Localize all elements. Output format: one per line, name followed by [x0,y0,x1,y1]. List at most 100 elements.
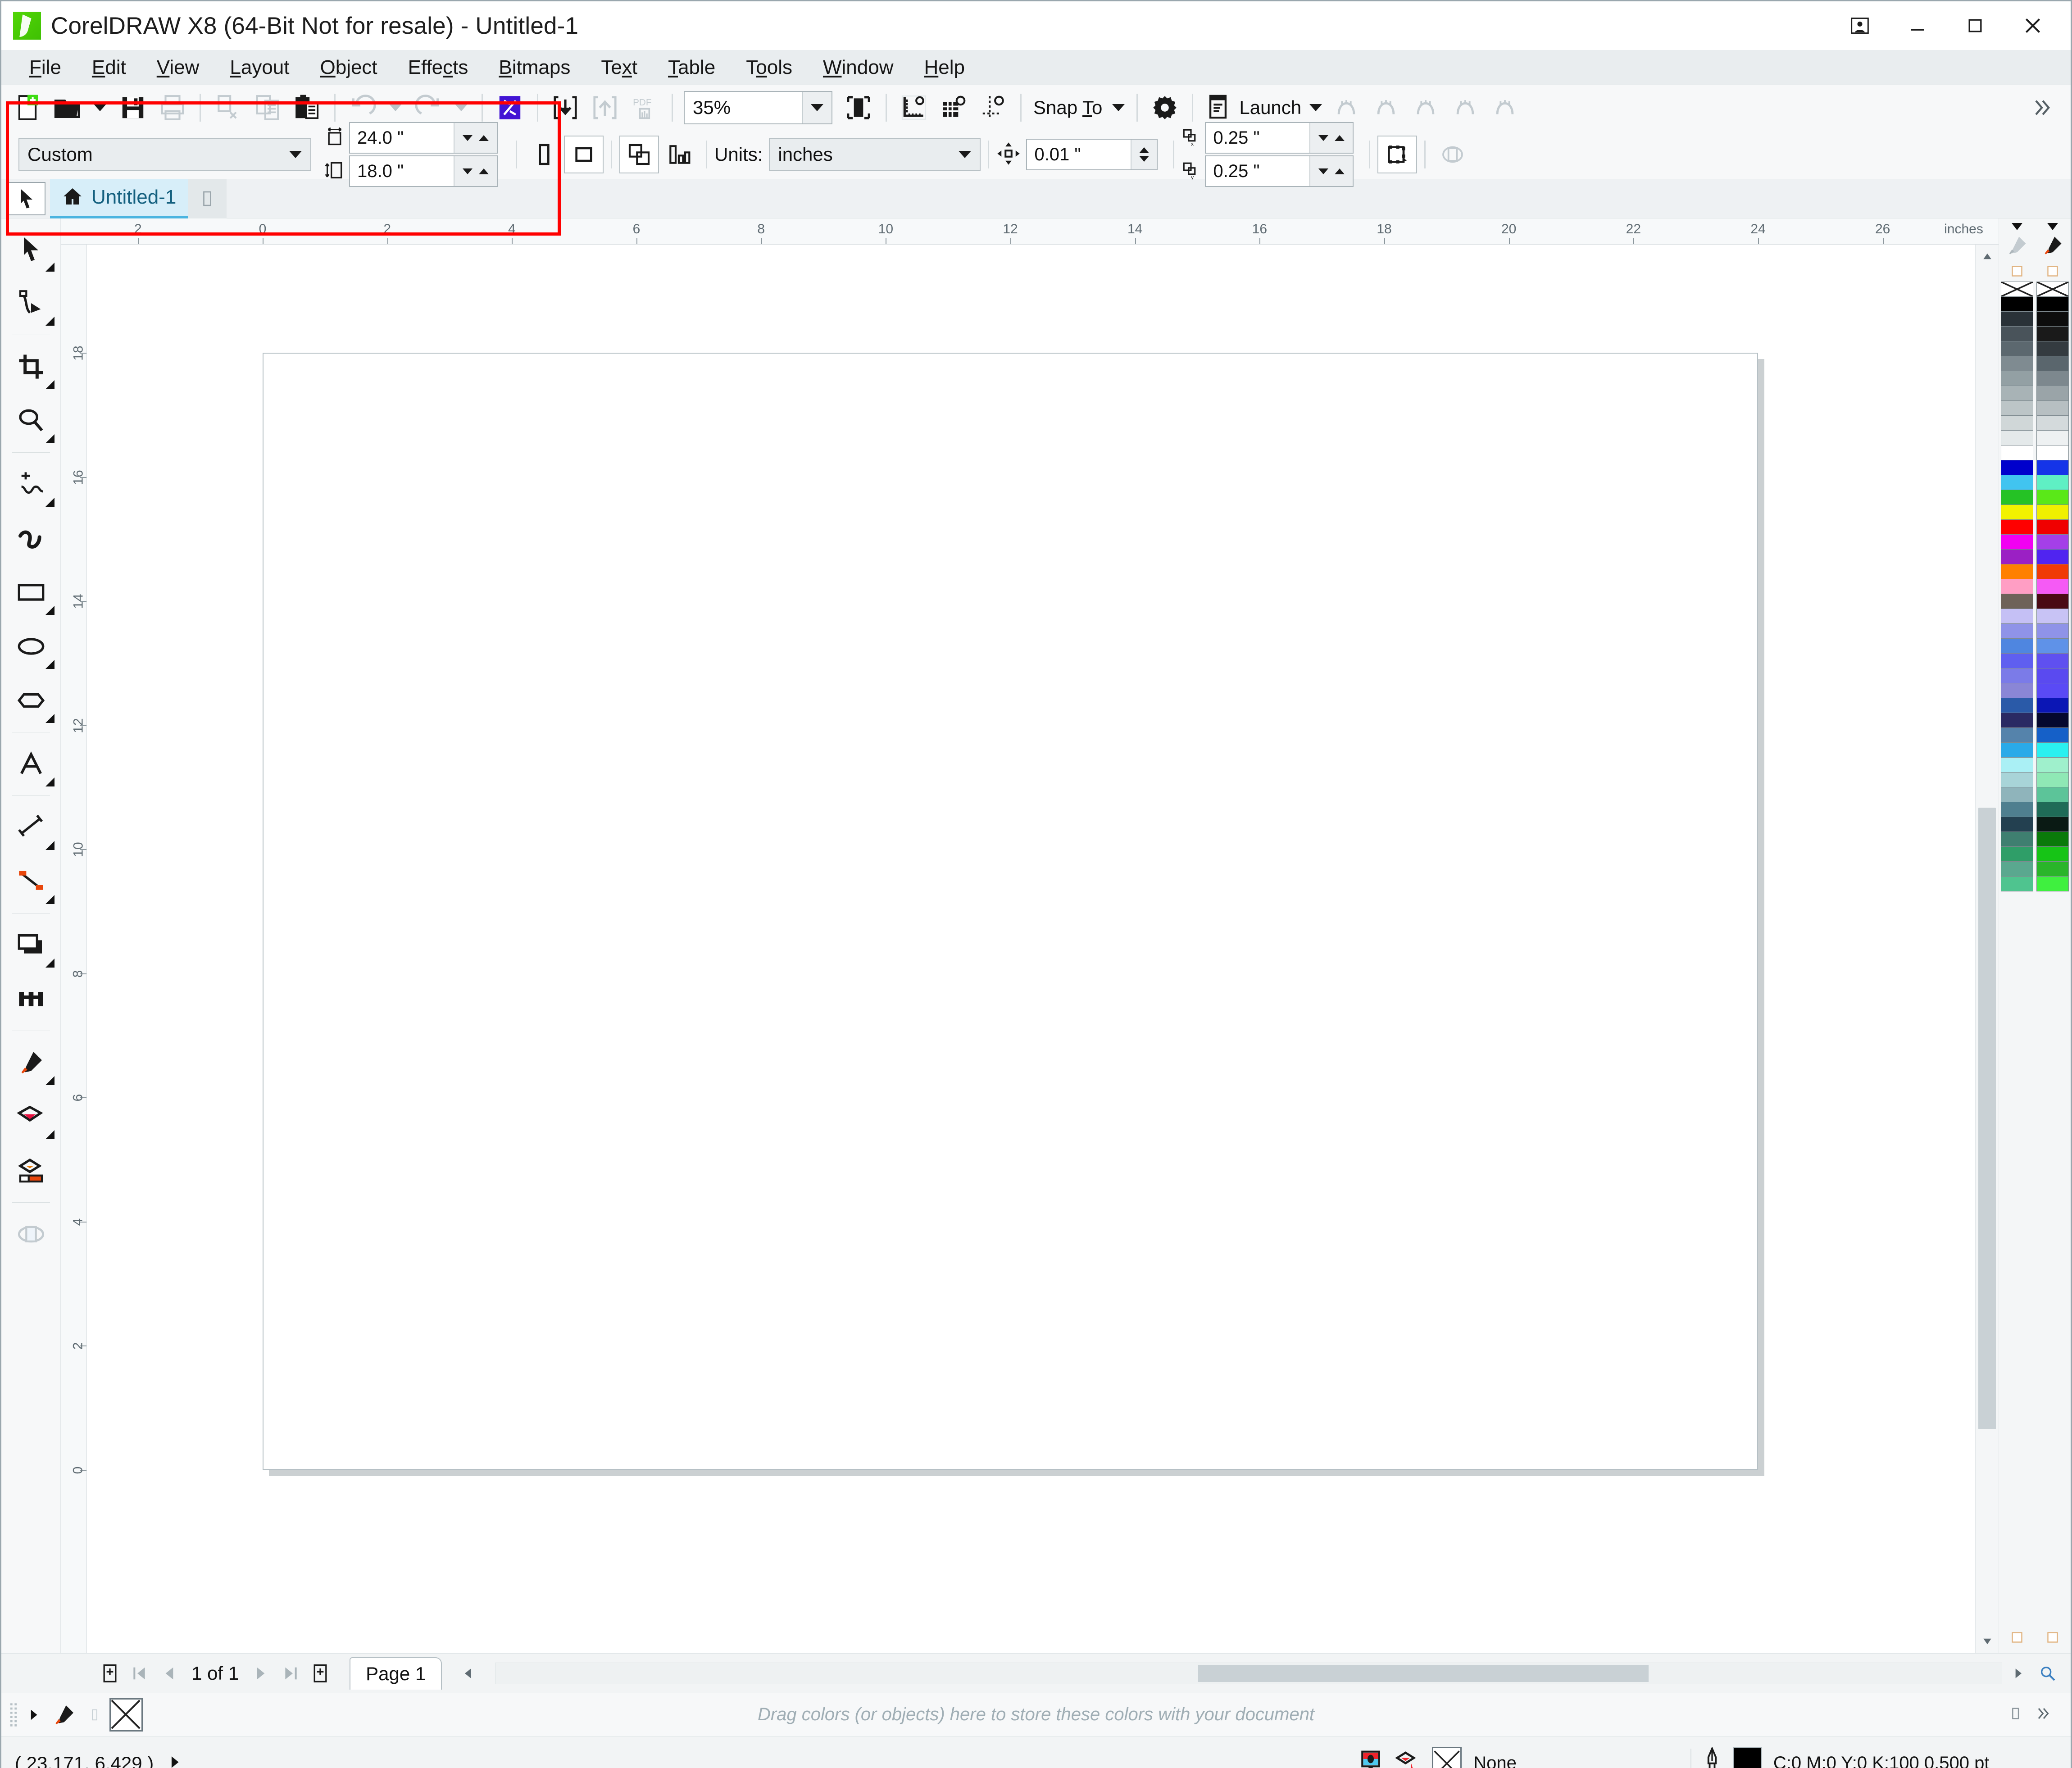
cut-icon[interactable] [208,89,248,127]
application-launcher-button[interactable]: Launch [1200,94,1327,122]
duplicate-distance-x-spinner[interactable]: 0.25 " [1205,122,1354,154]
flyout-arrow-icon[interactable] [45,895,55,904]
chevron-down-icon[interactable] [950,139,980,170]
color-swatch[interactable] [2000,683,2033,698]
color-swatch[interactable] [2036,445,2069,460]
treat-all-objects-as-filled-icon[interactable] [1377,136,1418,173]
toolbox-text-tool[interactable] [5,737,57,791]
document-tab-untitled-1[interactable]: Untitled-1 [50,178,188,218]
color-swatch[interactable] [2000,534,2033,550]
outline-pen-icon[interactable] [1703,1746,1721,1768]
color-swatch[interactable] [2036,757,2069,773]
restore-session-icon[interactable] [1831,1,1889,50]
menu-edit[interactable]: Edit [77,56,141,79]
toolbox-polygon-tool[interactable] [5,673,57,727]
flyout-arrow-icon[interactable] [45,660,55,669]
chevron-down-icon[interactable] [802,92,832,123]
color-swatch[interactable] [2000,400,2033,416]
nudge-steppers[interactable] [1131,140,1157,169]
apply-to-all-pages-icon[interactable] [619,136,659,173]
color-swatch[interactable] [2000,698,2033,713]
color-swatch[interactable] [2036,832,2069,847]
first-page-icon[interactable] [126,1659,154,1688]
snap-to-button[interactable]: Snap To [1029,97,1129,118]
color-swatch[interactable] [2000,609,2033,624]
units-combo[interactable]: inches [769,138,981,171]
color-swatch[interactable] [2000,579,2033,594]
palette-expand-icon[interactable] [2011,223,2022,230]
search-content-icon[interactable] [490,89,530,127]
drawing-canvas[interactable] [87,245,1999,1653]
color-swatch[interactable] [2036,326,2069,341]
expand-statusbar-icon[interactable] [167,1754,182,1768]
chevron-double-right-icon[interactable] [2022,89,2062,127]
color-swatch[interactable] [2036,475,2069,490]
corel-app-3-icon[interactable] [1406,89,1445,127]
scroll-down-icon[interactable] [1976,1630,1999,1653]
show-guides-icon[interactable] [973,89,1013,127]
color-swatch[interactable] [2036,296,2069,312]
color-swatch[interactable] [2036,594,2069,609]
flyout-arrow-icon[interactable] [45,1076,55,1085]
fill-none-swatch[interactable] [1432,1746,1462,1768]
color-swatch[interactable] [2000,326,2033,341]
color-swatch[interactable] [2000,490,2033,505]
horizontal-scrollbar[interactable] [495,1662,2002,1684]
flyout-arrow-icon[interactable] [45,1130,55,1139]
color-swatch[interactable] [2000,832,2033,847]
scroll-right-icon[interactable] [2004,1659,2032,1688]
palette-swatches-1[interactable] [2000,282,2033,891]
flyout-arrow-icon[interactable] [45,714,55,723]
menu-table[interactable]: Table [653,56,731,79]
color-swatch[interactable] [2000,371,2033,386]
undo-icon[interactable] [343,89,382,127]
color-swatch[interactable] [2036,356,2069,371]
color-swatch[interactable] [2000,430,2033,445]
color-swatch[interactable] [2036,549,2069,564]
color-swatch[interactable] [2036,772,2069,787]
corel-app-2-icon[interactable] [1366,89,1406,127]
color-swatch[interactable] [2036,638,2069,654]
show-rulers-icon[interactable] [894,89,934,127]
color-swatch[interactable] [2000,861,2033,877]
color-swatch[interactable] [2000,742,2033,758]
duplicate-distance-y-spinner[interactable]: 0.25 " [1205,155,1354,187]
eyedropper-icon[interactable] [2005,234,2029,259]
vertical-ruler[interactable]: 18 16 14 12 10 8 6 4 2 0 [61,245,87,1653]
nudge-distance-spinner[interactable]: 0.01 " [1026,139,1158,170]
color-swatch[interactable] [2000,653,2033,668]
color-swatch[interactable] [2000,549,2033,564]
color-swatch[interactable] [2000,475,2033,490]
toolbox-wireframe-view[interactable] [5,1207,57,1261]
previous-page-icon[interactable] [155,1659,183,1688]
page-height-steppers[interactable] [454,156,497,186]
fill-color-icon[interactable] [1395,1748,1420,1768]
last-page-icon[interactable] [277,1659,304,1688]
undo-dropdown-icon[interactable] [382,89,409,127]
chevron-down-icon[interactable] [281,139,310,170]
export-pdf-icon[interactable]: PDF [625,89,664,127]
flyout-arrow-icon[interactable] [45,317,55,326]
new-document-tab-icon[interactable] [188,178,227,218]
color-swatch[interactable] [2000,727,2033,743]
chevron-down-icon[interactable] [1112,104,1125,111]
color-swatch[interactable] [2000,594,2033,609]
color-swatch[interactable] [2000,802,2033,817]
toolbox-straight-line-connector-tool[interactable] [5,854,57,909]
flyout-arrow-icon[interactable] [45,606,55,615]
new-document-icon[interactable] [8,89,47,127]
menu-text[interactable]: Text [586,56,653,79]
toolbox-rectangle-tool[interactable] [5,565,57,619]
gear-icon[interactable] [1145,89,1185,127]
redo-dropdown-icon[interactable] [448,89,474,127]
flyout-arrow-icon[interactable] [45,777,55,786]
color-swatch[interactable] [2036,519,2069,535]
color-swatch[interactable] [2000,296,2033,312]
toolbox-smart-fill-tool[interactable] [5,1144,57,1198]
color-swatch[interactable] [2036,341,2069,356]
color-swatch[interactable] [2000,876,2033,891]
toolbox-parallel-dimension-tool[interactable] [5,800,57,854]
color-swatch[interactable] [2000,311,2033,327]
show-grid-icon[interactable] [934,89,973,127]
color-swatch[interactable] [2036,415,2069,431]
